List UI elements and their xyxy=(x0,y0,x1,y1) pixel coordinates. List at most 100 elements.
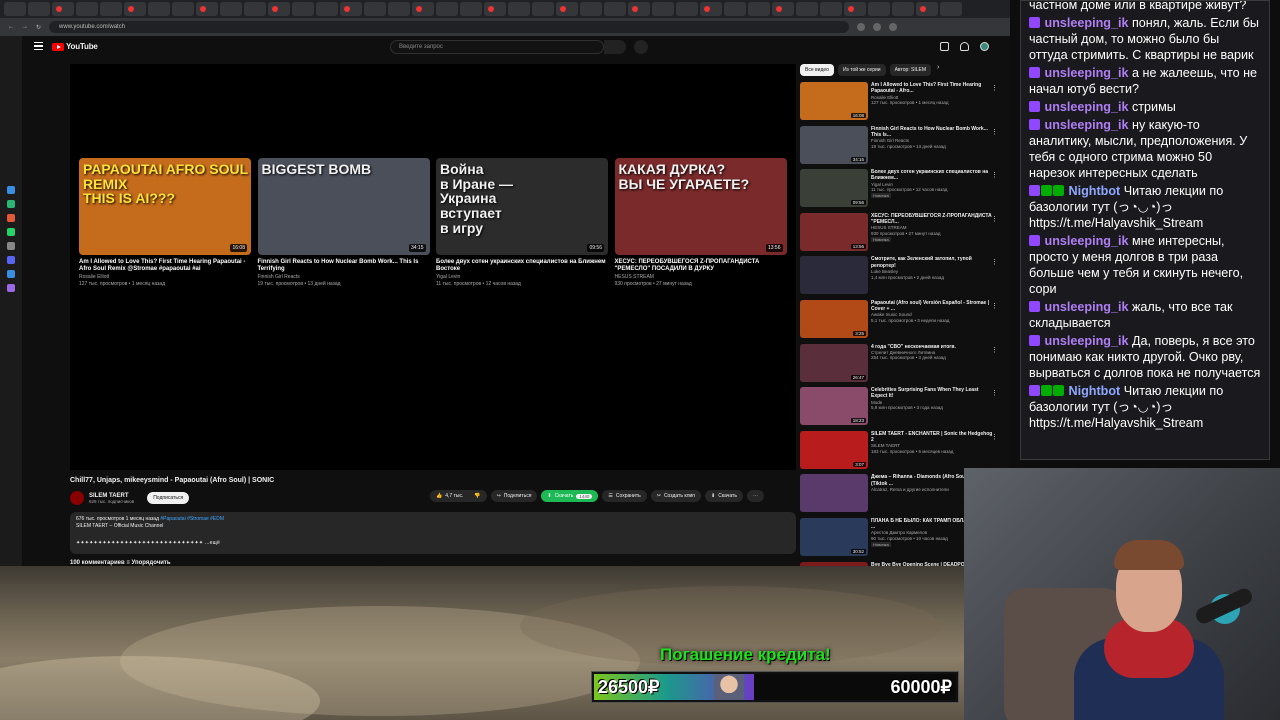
channel-avatar[interactable] xyxy=(70,491,84,505)
dock-app-icon[interactable] xyxy=(7,270,15,278)
more-vert-icon[interactable]: ⋮ xyxy=(991,302,998,310)
browser-tab[interactable] xyxy=(508,2,530,16)
chat-username[interactable]: unsleeping_ik xyxy=(1045,66,1129,80)
description-box[interactable]: 676 тыс. просмотров 1 месяц назад #Papao… xyxy=(70,512,796,554)
more-vert-icon[interactable]: ⋮ xyxy=(991,389,998,397)
browser-tab[interactable] xyxy=(172,2,194,16)
browser-tab[interactable] xyxy=(412,2,434,16)
browser-tab-strip[interactable] xyxy=(0,0,1010,18)
search-input[interactable]: Введите запрос xyxy=(390,40,604,54)
browser-tab[interactable] xyxy=(676,2,698,16)
browser-tab[interactable] xyxy=(268,2,290,16)
recommendation-thumbnail[interactable] xyxy=(800,256,868,295)
browser-tab[interactable] xyxy=(916,2,938,16)
dock-app-icon[interactable] xyxy=(7,228,15,236)
notifications-icon[interactable] xyxy=(960,42,969,51)
recommendation-item[interactable]: 3:07 SILEM TAERT - ENCHANTER | Sonic the … xyxy=(800,430,1000,472)
recommendation-thumbnail[interactable]: 26:47 xyxy=(800,343,868,382)
recommendation-thumbnail[interactable]: 30:52 xyxy=(800,517,868,556)
description-tags[interactable]: #Papaoutai #Stromae #EDM xyxy=(160,516,224,522)
extension-icon[interactable] xyxy=(857,23,866,31)
browser-tab[interactable] xyxy=(316,2,338,16)
browser-tab[interactable] xyxy=(820,2,842,16)
recommendation-item[interactable]: 09:56 Более двух сотен украинских специал… xyxy=(800,169,1000,210)
recommendation-thumbnail[interactable]: 34:15 xyxy=(800,125,868,164)
browser-tab[interactable] xyxy=(28,2,50,16)
recommendation-thumbnail[interactable]: 16:08 xyxy=(800,82,868,120)
recommendation-title[interactable]: Finnish Girl Reacts to How Nuclear Bomb … xyxy=(871,126,993,139)
clip-button[interactable]: ✂ Создать клип xyxy=(650,490,701,502)
share-button[interactable]: ↪ Поделиться xyxy=(490,490,538,502)
browser-tab[interactable] xyxy=(796,2,818,16)
more-vert-icon[interactable]: ⋮ xyxy=(991,346,998,354)
browser-tab[interactable] xyxy=(4,2,26,16)
dock-app-icon[interactable] xyxy=(7,256,15,264)
browser-tab[interactable] xyxy=(340,2,362,16)
more-actions-button[interactable]: ⋯ xyxy=(746,490,764,502)
filter-chip[interactable]: Из той же серии xyxy=(837,64,886,76)
end-card[interactable]: PAPAOUTAI AFRO SOUL REMIX THIS IS AI??? 1… xyxy=(79,158,251,287)
browser-tab[interactable] xyxy=(124,2,146,16)
recommendation-thumbnail[interactable]: 3:07 xyxy=(800,430,868,469)
browser-tab[interactable] xyxy=(628,2,650,16)
more-vert-icon[interactable]: ⋮ xyxy=(991,171,998,179)
browser-tab[interactable] xyxy=(244,2,266,16)
browser-tab[interactable] xyxy=(196,2,218,16)
profile-icon[interactable] xyxy=(889,23,898,31)
browser-tab[interactable] xyxy=(100,2,122,16)
browser-tab[interactable] xyxy=(868,2,890,16)
recommendation-item[interactable]: 16:08 Am I Allowed to Love This? First Ti… xyxy=(800,82,1000,123)
voice-search-icon[interactable] xyxy=(634,40,648,54)
browser-tab[interactable] xyxy=(460,2,482,16)
end-card[interactable]: КАКАЯ ДУРКА? ВЫ ЧЕ УГАРАЕТЕ? 13:56 ХЕСУС: … xyxy=(614,158,787,287)
account-avatar[interactable] xyxy=(980,42,989,51)
more-vert-icon[interactable]: ⋮ xyxy=(991,84,998,92)
chat-username[interactable]: unsleeping_ik xyxy=(1045,334,1129,348)
menu-icon[interactable] xyxy=(34,42,43,50)
browser-tab[interactable] xyxy=(532,2,554,16)
end-card[interactable]: Война в Иране — Украина вступает в игру 0… xyxy=(436,158,608,287)
end-card-title[interactable]: Finnish Girl Reacts to How Nuclear Bomb … xyxy=(258,259,430,273)
youtube-logo[interactable]: YouTube xyxy=(52,42,98,51)
dock-app-icon[interactable] xyxy=(7,242,15,250)
filter-chip[interactable]: Все видео xyxy=(800,64,834,76)
recommendation-item[interactable]: 13:56 ХЕСУС: ПЕРЕОБУВШЕГОСЯ Z-ПРОПАГАНДИС… xyxy=(800,212,1000,254)
recommendation-item[interactable]: 34:15 Finnish Girl Reacts to How Nuclear … xyxy=(800,125,1000,167)
dock-app-icon[interactable] xyxy=(7,284,15,292)
recommendation-item[interactable]: 3:25 Papaoutai (Afro soul) Versión Españo… xyxy=(800,299,1000,341)
end-card-thumbnail[interactable]: Война в Иране — Украина вступает в игру 0… xyxy=(436,158,608,255)
search-button[interactable] xyxy=(604,40,626,54)
reload-icon[interactable]: ↻ xyxy=(36,24,41,31)
end-card-thumbnail[interactable]: КАКАЯ ДУРКА? ВЫ ЧЕ УГАРАЕТЕ? 13:56 xyxy=(614,158,787,255)
browser-tab[interactable] xyxy=(292,2,314,16)
browser-tab[interactable] xyxy=(748,2,770,16)
browser-tab[interactable] xyxy=(484,2,506,16)
browser-tab[interactable] xyxy=(388,2,410,16)
end-card[interactable]: BIGGEST BOMB 34:15 Finnish Girl Reacts to … xyxy=(257,158,430,287)
more-vert-icon[interactable]: ⋮ xyxy=(991,433,998,441)
recommendation-title[interactable]: ХЕСУС: ПЕРЕОБУВШЕГОСЯ Z-ПРОПАГАНДИСТА "Р… xyxy=(871,213,993,226)
browser-tab[interactable] xyxy=(76,2,98,16)
recommendation-title[interactable]: Более двух сотен украинских специалистов… xyxy=(871,169,993,182)
end-card-title[interactable]: Более двух сотен украинских специалистов… xyxy=(436,259,608,273)
more-vert-icon[interactable]: ⋮ xyxy=(991,128,998,136)
dock-app-icon[interactable] xyxy=(7,186,15,194)
chat-username[interactable]: unsleeping_ik xyxy=(1045,300,1129,314)
recommendation-thumbnail[interactable] xyxy=(800,474,868,513)
save-button[interactable]: ☰ Сохранить xyxy=(602,490,647,502)
like-button[interactable]: 👍 4,7 тыс. 👎 xyxy=(430,490,487,502)
browser-tab[interactable] xyxy=(772,2,794,16)
recommendation-item[interactable]: 18:23 Celebrities Surprising Fans When Th… xyxy=(800,387,1000,428)
forward-icon[interactable]: → xyxy=(22,24,28,30)
url-input[interactable]: www.youtube.com/watch xyxy=(49,21,850,33)
description-more[interactable]: ✦✦✦✦✦✦✦✦✦✦✦✦✦✦✦✦✦✦✦✦✦✦✦✦✦✦✦✦✦ ...ещё xyxy=(76,540,790,547)
extension-icon[interactable] xyxy=(873,23,882,31)
recommendation-item[interactable]: Смотрите, как Зеленский затопил, тупой р… xyxy=(800,256,1000,297)
dock-app-icon[interactable] xyxy=(7,214,15,222)
recommendation-title[interactable]: Celebrities Surprising Fans When They Le… xyxy=(871,387,993,400)
end-card-thumbnail[interactable]: BIGGEST BOMB 34:15 xyxy=(257,158,430,255)
chat-username[interactable]: unsleeping_ik xyxy=(1045,118,1129,132)
recommendation-thumbnail[interactable]: 09:56 xyxy=(800,169,868,208)
recommendation-thumbnail[interactable]: 13:56 xyxy=(800,212,868,251)
thumbs-down-icon[interactable]: 👎 xyxy=(474,493,480,499)
